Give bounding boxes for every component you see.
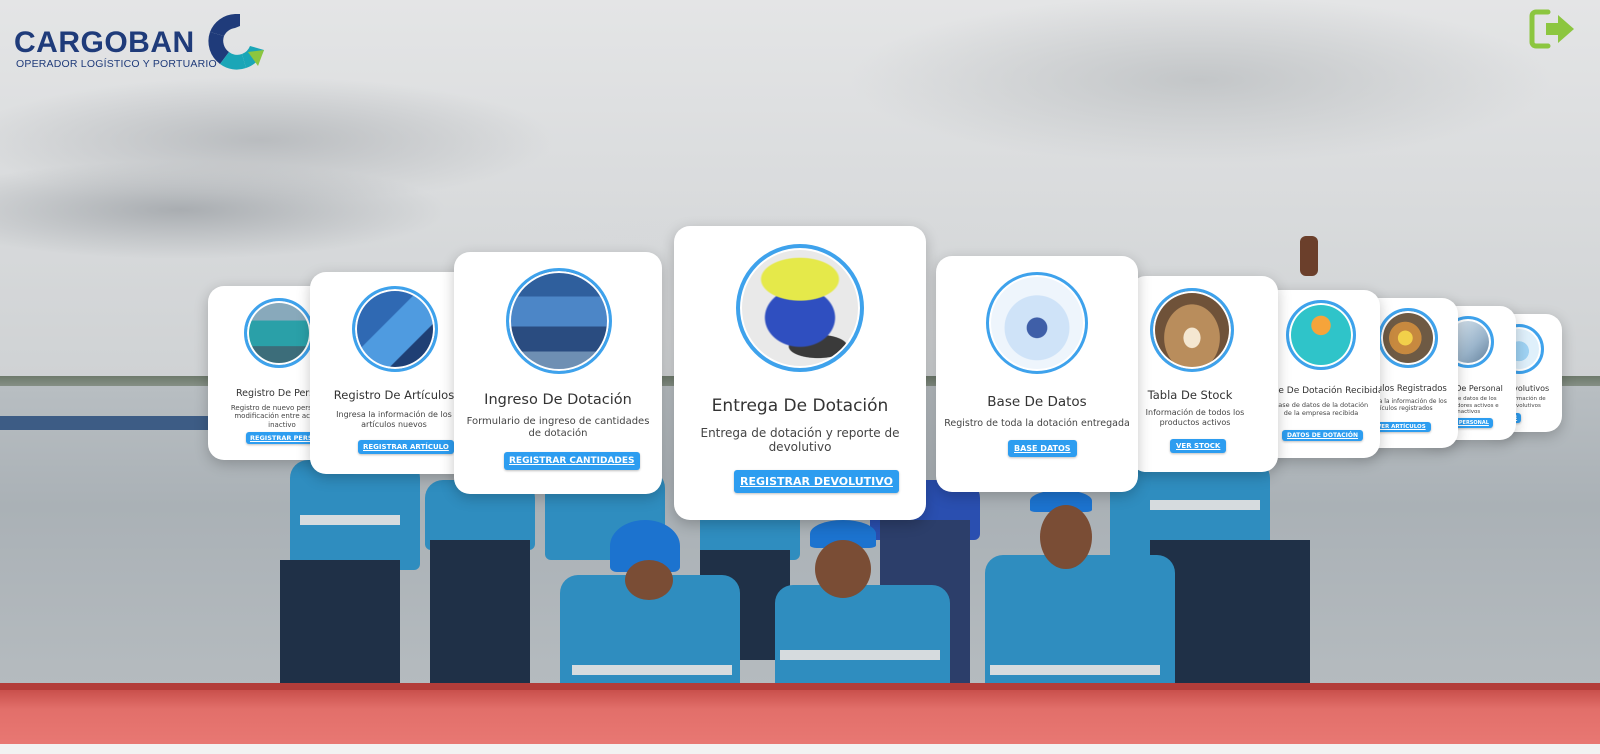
- footer-strip: [0, 744, 1600, 754]
- card-tabla-stock[interactable]: Tabla De Stock Información de todos los …: [1130, 276, 1278, 472]
- worker-helmet-illustration-icon: [1286, 300, 1356, 370]
- logo-tagline: OPERADOR LOGÍSTICO Y PORTUARIO: [16, 58, 217, 70]
- card-button[interactable]: BASE DATOS: [1008, 440, 1077, 457]
- card-title: Ingreso De Dotación: [484, 392, 632, 408]
- card-description: Registro de toda la dotación entregada: [944, 418, 1130, 429]
- logout-icon[interactable]: [1528, 8, 1578, 50]
- logo-wordmark: CARGOBAN: [14, 26, 195, 59]
- card-button[interactable]: REGISTRAR DEVOLUTIVO: [734, 470, 899, 493]
- card-button[interactable]: REGISTRAR ARTÍCULO: [358, 440, 454, 454]
- card-button[interactable]: VER STOCK: [1170, 439, 1227, 453]
- warehouse-worker-photo-icon: [1378, 308, 1438, 368]
- card-title: Tabla De Stock: [1147, 388, 1233, 402]
- vest-and-boots-photo-icon: [736, 244, 864, 372]
- card-description: Formulario de ingreso de cantidades de d…: [466, 416, 650, 439]
- card-button[interactable]: DATOS DE DOTACIÓN: [1282, 430, 1364, 441]
- card-button[interactable]: VER ARTÍCULOS: [1372, 422, 1431, 432]
- card-entrega-dotacion[interactable]: Entrega De Dotación Entrega de dotación …: [674, 226, 926, 520]
- card-description: Entrega de dotación y reporte de devolut…: [700, 426, 900, 455]
- warehouse-aisle-photo-icon: [1150, 288, 1234, 372]
- workers-photo-icon: [244, 298, 314, 368]
- card-description: Ingresa la información de los artículos …: [336, 410, 452, 429]
- logo-c-mark-icon: [208, 14, 264, 70]
- warehouse-shelves-photo-icon: [352, 286, 438, 372]
- card-button[interactable]: REGISTRAR CANTIDADES: [504, 452, 640, 470]
- cargoban-logo[interactable]: CARGOBAN OPERADOR LOGÍSTICO Y PORTUARIO: [14, 10, 274, 74]
- card-dotacion-recibida[interactable]: Base De Dotación Recibida Base de datos …: [1262, 290, 1380, 458]
- card-title: Entrega De Dotación: [711, 396, 889, 416]
- card-base-datos[interactable]: Base De Datos Registro de toda la dotaci…: [936, 256, 1138, 492]
- developer-illustration-icon: [986, 272, 1088, 374]
- card-ingreso-dotacion[interactable]: Ingreso De Dotación Formulario de ingres…: [454, 252, 662, 494]
- card-description: Base de datos de la dotación de la empre…: [1273, 401, 1369, 417]
- stock-shelves-photo-icon: [506, 268, 612, 374]
- card-title: Base De Dotación Recibida: [1262, 386, 1380, 396]
- card-description: Información de todos los productos activ…: [1145, 408, 1245, 427]
- card-title: Base De Datos: [987, 394, 1087, 410]
